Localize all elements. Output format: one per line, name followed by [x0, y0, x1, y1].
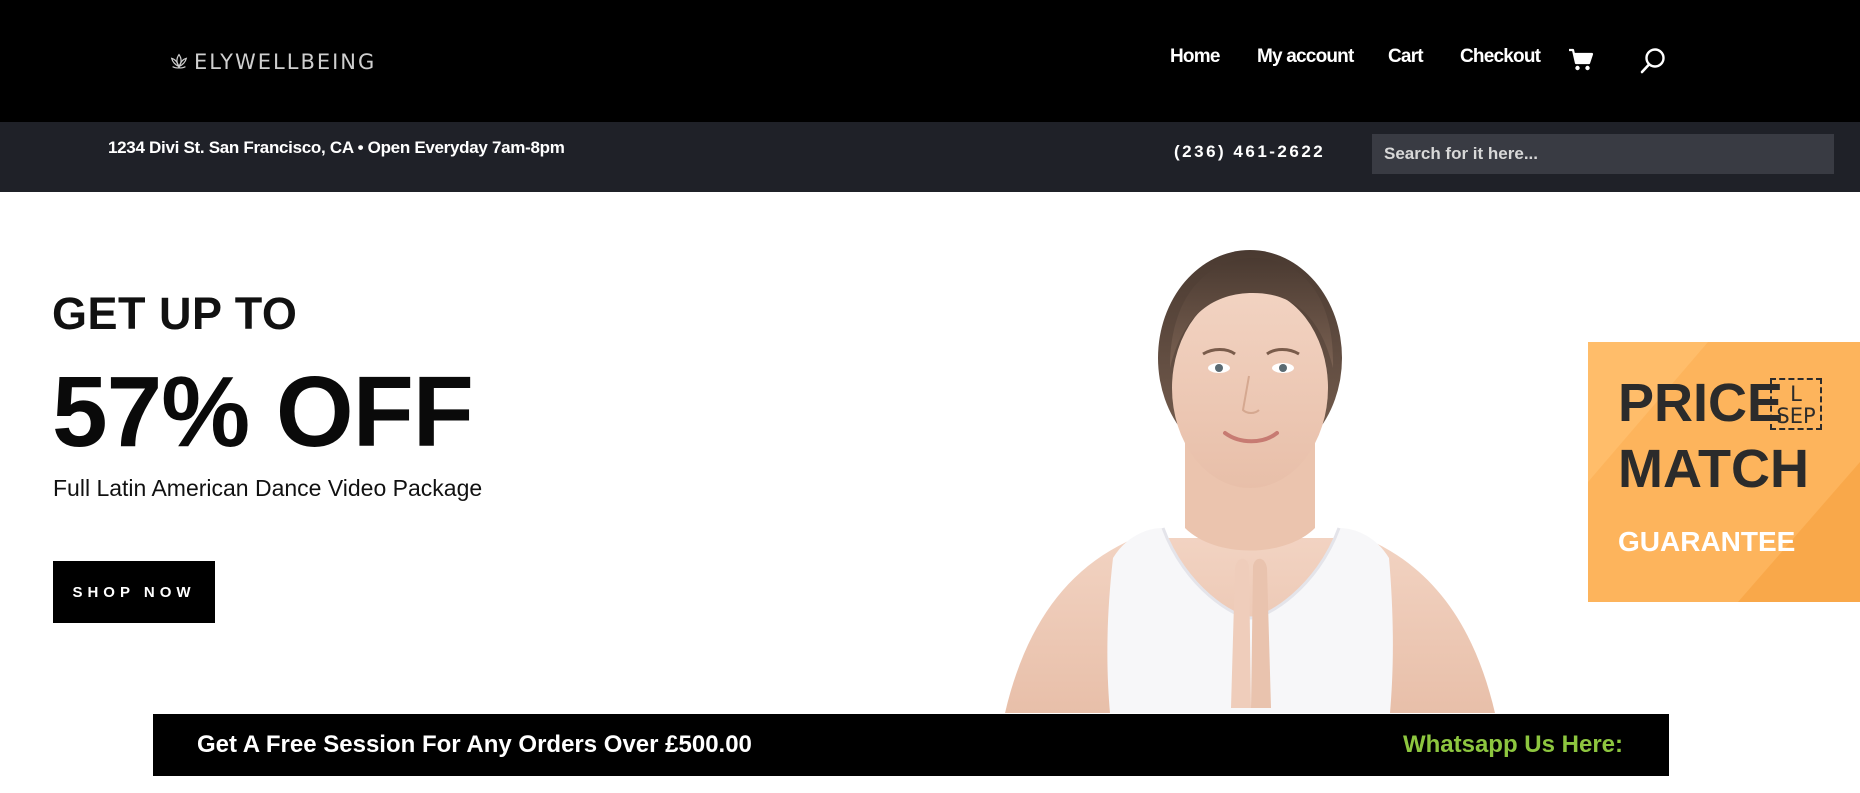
logo-text: ELYWELLBEING [194, 50, 377, 74]
hero-model-image [1005, 250, 1495, 713]
shopping-cart-icon[interactable] [1568, 48, 1594, 72]
price-match-badge: PRICE L SEP MATCH GUARANTEE [1588, 342, 1860, 602]
nav-checkout[interactable]: Checkout [1460, 46, 1541, 68]
lotus-logo-icon [170, 53, 188, 69]
hero-subheadline: Full Latin American Dance Video Package [53, 475, 483, 501]
badge-symbol-bottom: SEP [1776, 404, 1816, 428]
badge-symbol-top: L [1790, 382, 1802, 406]
hero-headline: 57% OFF [52, 356, 474, 468]
nav-home[interactable]: Home [1170, 46, 1220, 68]
site-header: ELYWELLBEING Home My account Cart Checko… [0, 0, 1860, 122]
phone-number[interactable]: (236) 461-2622 [1174, 142, 1325, 162]
site-logo[interactable]: ELYWELLBEING [168, 50, 376, 74]
badge-match-text: MATCH [1618, 439, 1809, 499]
search-input[interactable] [1372, 134, 1834, 174]
promo-text: Get A Free Session For Any Orders Over £… [197, 731, 752, 758]
info-bar: 1234 Divi St. San Francisco, CA • Open E… [0, 122, 1860, 192]
nav-cart[interactable]: Cart [1388, 46, 1424, 68]
badge-price-text: PRICE [1618, 373, 1784, 433]
search-icon[interactable] [1638, 46, 1668, 76]
shop-now-button[interactable]: SHOP NOW [53, 561, 215, 623]
badge-guarantee-text: GUARANTEE [1618, 526, 1796, 557]
badge-symbol: L SEP [1770, 378, 1822, 430]
nav-my-account[interactable]: My account [1257, 46, 1354, 68]
store-address: 1234 Divi St. San Francisco, CA • Open E… [108, 138, 565, 157]
hero-kicker: GET UP TO [52, 288, 298, 339]
promo-banner: Get A Free Session For Any Orders Over £… [153, 714, 1669, 776]
whatsapp-link[interactable]: Whatsapp Us Here: [1403, 731, 1623, 759]
